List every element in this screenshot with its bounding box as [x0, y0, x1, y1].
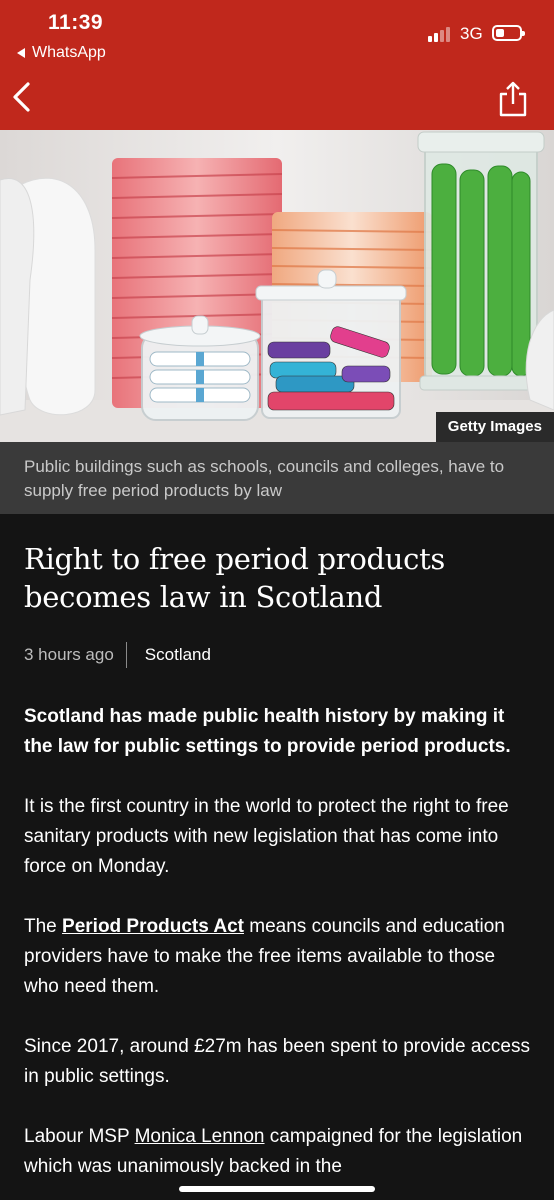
article-paragraph-2: It is the first country in the world to … — [24, 796, 509, 877]
article-paragraph-4: Since 2017, around £27m has been spent t… — [24, 1036, 530, 1087]
article-lead: Scotland has made public health history … — [24, 706, 511, 757]
top-bar: 11:39 WhatsApp 3G — [0, 0, 554, 130]
article-timestamp: 3 hours ago — [24, 645, 114, 664]
image-caption: Public buildings such as schools, counci… — [0, 442, 554, 514]
image-credit: Getty Images — [435, 412, 554, 442]
article-paragraph-3: The Period Products Act means councils a… — [24, 912, 530, 1002]
back-app-label: WhatsApp — [32, 44, 106, 61]
status-time: 11:39 — [48, 11, 104, 34]
topic-link[interactable]: Scotland — [127, 645, 211, 665]
back-to-app-link[interactable]: WhatsApp — [17, 44, 106, 62]
article-body: Right to free period products becomes la… — [24, 540, 530, 1182]
hero-image: Getty Images — [0, 130, 554, 442]
share-button[interactable] — [497, 80, 529, 118]
period-products-act-link[interactable]: Period Products Act — [62, 916, 244, 937]
period-products-photo — [0, 130, 554, 442]
signal-strength-icon — [428, 26, 450, 42]
article-meta: 3 hours ago Scotland — [24, 642, 530, 668]
network-type: 3G — [460, 24, 483, 43]
chevron-left-icon — [13, 82, 30, 112]
monica-lennon-link[interactable]: Monica Lennon — [135, 1126, 265, 1147]
share-icon — [499, 81, 527, 117]
home-indicator[interactable] — [179, 1186, 375, 1192]
p5-text-start: Labour MSP — [24, 1126, 135, 1147]
p3-text-start: The — [24, 916, 63, 937]
battery-icon — [492, 25, 525, 41]
article-paragraph-5: Labour MSP Monica Lennon campaigned for … — [24, 1122, 530, 1182]
article-headline: Right to free period products becomes la… — [24, 542, 446, 614]
back-triangle-icon — [17, 48, 25, 58]
back-button[interactable] — [8, 80, 38, 114]
